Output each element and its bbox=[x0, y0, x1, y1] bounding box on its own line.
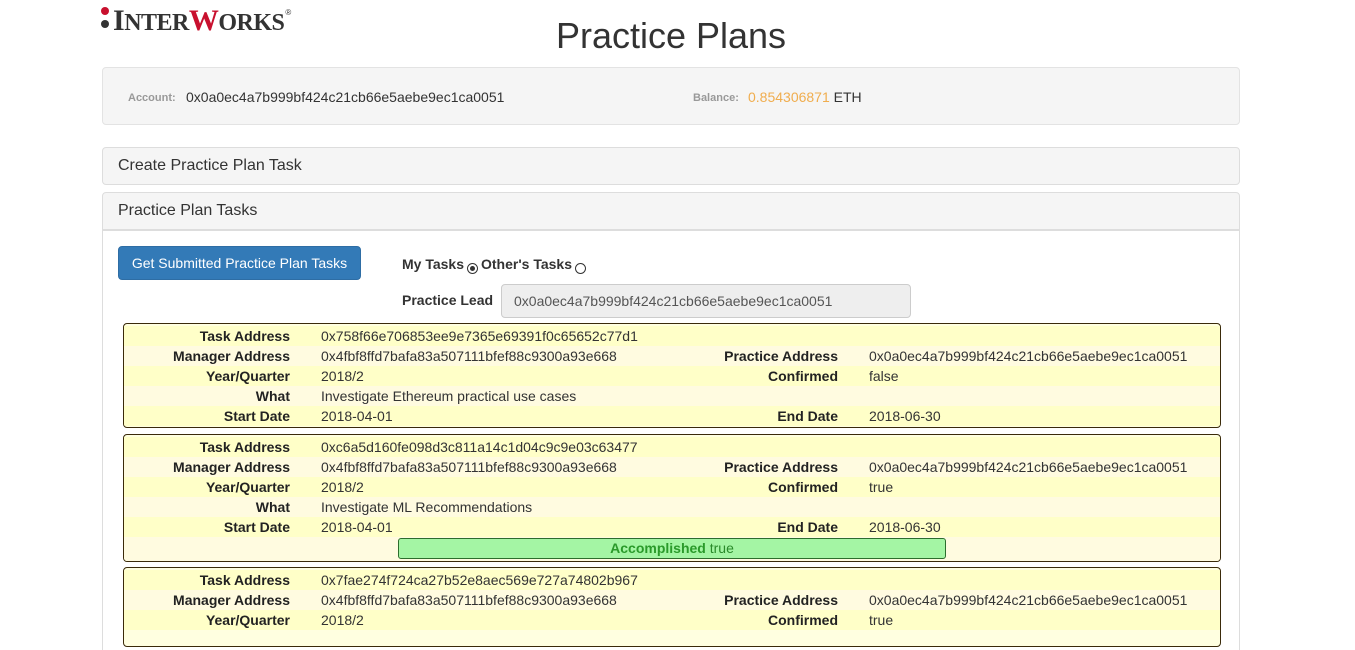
task-row: Year/Quarter 2018/2 Confirmed true bbox=[124, 610, 1220, 630]
manager-address-value: 0x4fbf8ffd7bafa83a507111bfef88c9300a93e6… bbox=[321, 459, 617, 475]
task-address-value: 0xc6a5d160fe098d3c811a14c1d04c9c9e03c634… bbox=[321, 439, 638, 455]
accomplished-row: Accomplished true bbox=[124, 537, 1220, 561]
year-quarter-label: Year/Quarter bbox=[205, 612, 290, 628]
get-tasks-button[interactable]: Get Submitted Practice Plan Tasks bbox=[118, 246, 361, 280]
task-row: What Investigate ML Recommendations bbox=[124, 497, 1220, 517]
confirmed-value: false bbox=[869, 368, 899, 384]
task-address-label: Task Address bbox=[199, 572, 290, 588]
account-summary: Account: 0x0a0ec4a7b999bf424c21cb66e5aeb… bbox=[102, 67, 1240, 125]
account-value: 0x0a0ec4a7b999bf424c21cb66e5aebe9ec1ca00… bbox=[186, 89, 505, 105]
others-tasks-radio[interactable] bbox=[575, 262, 586, 274]
end-date-label: End Date bbox=[777, 519, 838, 535]
balance-label: Balance: bbox=[693, 92, 739, 104]
year-quarter-value: 2018/2 bbox=[321, 479, 364, 495]
end-date-label: End Date bbox=[777, 408, 838, 424]
manager-address-label: Manager Address bbox=[173, 459, 290, 475]
balance-value: 0.854306871 bbox=[748, 89, 830, 105]
practice-lead-field[interactable]: 0x0a0ec4a7b999bf424c21cb66e5aebe9ec1ca00… bbox=[501, 284, 911, 318]
task-card: Task Address 0x7fae274f724ca27b52e8aec56… bbox=[123, 567, 1221, 647]
practice-lead-label: Practice Lead bbox=[402, 292, 494, 308]
task-row: Year/Quarter 2018/2 Confirmed false bbox=[124, 366, 1220, 386]
task-row: Task Address 0xc6a5d160fe098d3c811a14c1d… bbox=[124, 437, 1220, 457]
task-address-label: Task Address bbox=[199, 328, 290, 344]
year-quarter-value: 2018/2 bbox=[321, 612, 364, 628]
confirmed-value: true bbox=[869, 612, 894, 628]
practice-address-value: 0x0a0ec4a7b999bf424c21cb66e5aebe9ec1ca00… bbox=[869, 459, 1188, 475]
task-row: What Investigate Ethereum practical use … bbox=[124, 386, 1220, 406]
task-row: Start Date 2018-04-01 End Date 2018-06-3… bbox=[124, 517, 1220, 537]
what-label: What bbox=[255, 499, 290, 515]
task-row: Task Address 0x7fae274f724ca27b52e8aec56… bbox=[124, 570, 1220, 590]
task-address-value: 0x7fae274f724ca27b52e8aec569e727a74802b9… bbox=[321, 572, 638, 588]
accomplished-badge: Accomplished true bbox=[398, 538, 946, 559]
end-date-value: 2018-06-30 bbox=[869, 519, 941, 535]
confirmed-label: Confirmed bbox=[768, 479, 838, 495]
task-row: Manager Address 0x4fbf8ffd7bafa83a507111… bbox=[124, 346, 1220, 366]
manager-address-label: Manager Address bbox=[173, 348, 290, 364]
task-address-value: 0x758f66e706853ee9e7365e69391f0c65652c77… bbox=[321, 328, 638, 344]
start-date-value: 2018-04-01 bbox=[321, 408, 393, 424]
confirmed-label: Confirmed bbox=[768, 368, 838, 384]
what-label: What bbox=[255, 388, 290, 404]
what-value: Investigate ML Recommendations bbox=[321, 499, 533, 515]
manager-address-label: Manager Address bbox=[173, 592, 290, 608]
practice-address-label: Practice Address bbox=[724, 348, 838, 364]
task-row: Start Date 2018-04-01 End Date 2018-06-3… bbox=[124, 406, 1220, 426]
create-task-panel-header[interactable]: Create Practice Plan Task bbox=[102, 147, 1240, 185]
task-row: Task Address 0x758f66e706853ee9e7365e693… bbox=[124, 326, 1220, 346]
accomplished-label: Accomplished bbox=[610, 540, 706, 556]
task-card: Task Address 0xc6a5d160fe098d3c811a14c1d… bbox=[123, 434, 1221, 562]
accomplished-value: true bbox=[709, 540, 734, 556]
page-title: Practice Plans bbox=[555, 15, 787, 56]
manager-address-value: 0x4fbf8ffd7bafa83a507111bfef88c9300a93e6… bbox=[321, 592, 617, 608]
task-filter: My Tasks Other's Tasks bbox=[402, 256, 589, 274]
balance-unit: ETH bbox=[833, 89, 862, 105]
manager-address-value: 0x4fbf8ffd7bafa83a507111bfef88c9300a93e6… bbox=[321, 348, 617, 364]
year-quarter-label: Year/Quarter bbox=[205, 479, 290, 495]
task-row: Year/Quarter 2018/2 Confirmed true bbox=[124, 477, 1220, 497]
start-date-label: Start Date bbox=[223, 408, 290, 424]
practice-address-label: Practice Address bbox=[724, 459, 838, 475]
practice-address-value: 0x0a0ec4a7b999bf424c21cb66e5aebe9ec1ca00… bbox=[869, 348, 1188, 364]
task-card: Task Address 0x758f66e706853ee9e7365e693… bbox=[123, 323, 1221, 428]
confirmed-label: Confirmed bbox=[768, 612, 838, 628]
task-row: Manager Address 0x4fbf8ffd7bafa83a507111… bbox=[124, 457, 1220, 477]
year-quarter-label: Year/Quarter bbox=[205, 368, 290, 384]
end-date-value: 2018-06-30 bbox=[869, 408, 941, 424]
tasks-panel-header[interactable]: Practice Plan Tasks bbox=[102, 192, 1240, 230]
practice-address-label: Practice Address bbox=[724, 592, 838, 608]
start-date-label: Start Date bbox=[223, 519, 290, 535]
account-label: Account: bbox=[128, 92, 176, 104]
task-address-label: Task Address bbox=[199, 439, 290, 455]
year-quarter-value: 2018/2 bbox=[321, 368, 364, 384]
confirmed-value: true bbox=[869, 479, 894, 495]
practice-address-value: 0x0a0ec4a7b999bf424c21cb66e5aebe9ec1ca00… bbox=[869, 592, 1188, 608]
task-row: Manager Address 0x4fbf8ffd7bafa83a507111… bbox=[124, 590, 1220, 610]
my-tasks-radio[interactable] bbox=[467, 262, 478, 274]
what-value: Investigate Ethereum practical use cases bbox=[321, 388, 577, 404]
others-tasks-label: Other's Tasks bbox=[481, 256, 572, 272]
my-tasks-label: My Tasks bbox=[402, 256, 464, 272]
start-date-value: 2018-04-01 bbox=[321, 519, 393, 535]
